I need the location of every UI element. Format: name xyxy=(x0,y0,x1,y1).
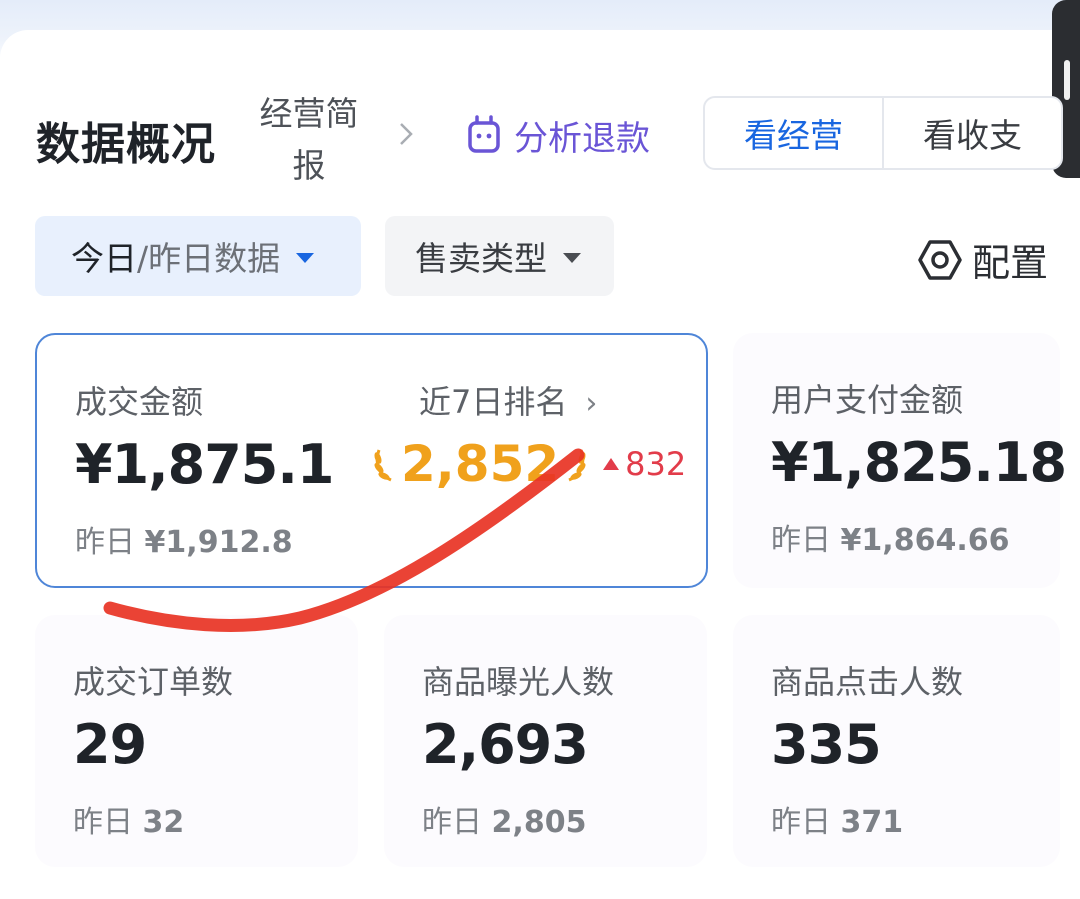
yesterday-value: ¥1,912.8 xyxy=(144,525,293,560)
laurel-left-icon xyxy=(374,449,392,482)
yesterday-label: 昨日 xyxy=(771,805,841,840)
metric-title: 成交金额 xyxy=(75,383,204,421)
robot-icon xyxy=(468,115,500,153)
business-brief-link[interactable]: 经营简 报 xyxy=(250,88,368,192)
tab-income-expense[interactable]: 看收支 xyxy=(882,98,1061,168)
metric-card-user-pay[interactable]: 用户支付金额 ¥1,825.18 昨日 ¥1,864.66 xyxy=(733,333,1067,588)
rank-row: 2,852 832 xyxy=(371,435,686,493)
rank-value: 2,852 xyxy=(401,435,560,493)
metric-yesterday: 昨日 32 xyxy=(73,797,184,841)
yesterday-value: 32 xyxy=(142,805,185,840)
caret-down-icon xyxy=(563,253,581,263)
metric-card-gmv[interactable]: 成交金额 ¥1,875.1 昨日 ¥1,912.8 近7日排名 › 2,852 8… xyxy=(35,333,708,588)
metric-card-impressions[interactable]: 商品曝光人数 2,693 昨日 2,805 xyxy=(384,615,707,867)
metric-card-orders[interactable]: 成交订单数 29 昨日 32 xyxy=(35,615,358,867)
config-label: 配置 xyxy=(972,241,1049,285)
laurel-right-icon xyxy=(568,449,586,482)
metric-value: 2,693 xyxy=(422,713,589,776)
config-button[interactable]: 配置 xyxy=(918,232,1048,287)
brief-label-line1: 经营简 xyxy=(259,94,359,133)
rank-change-value: 832 xyxy=(625,445,687,483)
metric-title: 成交订单数 xyxy=(73,663,234,701)
chevron-right-icon: › xyxy=(585,386,598,421)
metric-yesterday: 昨日 2,805 xyxy=(422,797,586,841)
scroll-grip-icon[interactable] xyxy=(1064,60,1070,100)
caret-down-icon xyxy=(296,253,315,263)
rank-7day-link[interactable]: 近7日排名 › xyxy=(419,377,597,423)
arrow-up-icon xyxy=(603,458,620,470)
yesterday-label: 昨日 xyxy=(771,523,841,558)
metric-value: ¥1,825.18 xyxy=(771,431,1067,494)
page-title: 数据概况 xyxy=(36,119,216,170)
metric-value: ¥1,875.1 xyxy=(75,433,334,496)
metric-title: 商品点击人数 xyxy=(771,663,964,701)
yesterday-value: ¥1,864.66 xyxy=(840,523,1010,558)
yesterday-value: 371 xyxy=(840,805,904,840)
metric-card-clicks[interactable]: 商品点击人数 335 昨日 371 xyxy=(733,615,1060,867)
brief-label-line2: 报 xyxy=(292,146,326,185)
metric-value: 335 xyxy=(771,713,882,776)
chevron-right-icon[interactable] xyxy=(398,120,414,148)
date-filter-dropdown[interactable]: 今日/昨日数据 xyxy=(35,216,361,296)
metric-title: 用户支付金额 xyxy=(771,381,964,419)
analyze-refund-link[interactable]: 分析退款 xyxy=(466,110,650,160)
rank-label: 近7日排名 xyxy=(419,383,568,421)
yesterday-label: 昨日 xyxy=(75,525,145,560)
metric-yesterday: 昨日 ¥1,912.8 xyxy=(75,517,293,561)
yesterday-label: 昨日 xyxy=(73,805,143,840)
metric-yesterday: 昨日 371 xyxy=(771,797,903,841)
tab-business[interactable]: 看经营 xyxy=(705,98,882,168)
rank-change: 832 xyxy=(603,445,686,483)
metric-yesterday: 昨日 ¥1,864.66 xyxy=(771,515,1009,559)
yesterday-value: 2,805 xyxy=(491,805,587,840)
date-filter-rest: /昨日数据 xyxy=(137,239,281,278)
yesterday-label: 昨日 xyxy=(422,805,492,840)
sale-type-label: 售卖类型 xyxy=(415,239,547,278)
metric-value: 29 xyxy=(73,713,147,776)
date-filter-active: 今日 xyxy=(71,239,137,278)
view-toggle: 看经营 看收支 xyxy=(703,96,1063,170)
sale-type-dropdown[interactable]: 售卖类型 xyxy=(385,216,614,296)
refund-label: 分析退款 xyxy=(514,118,650,159)
settings-hexagon-icon xyxy=(918,239,962,280)
metric-title: 商品曝光人数 xyxy=(422,663,615,701)
